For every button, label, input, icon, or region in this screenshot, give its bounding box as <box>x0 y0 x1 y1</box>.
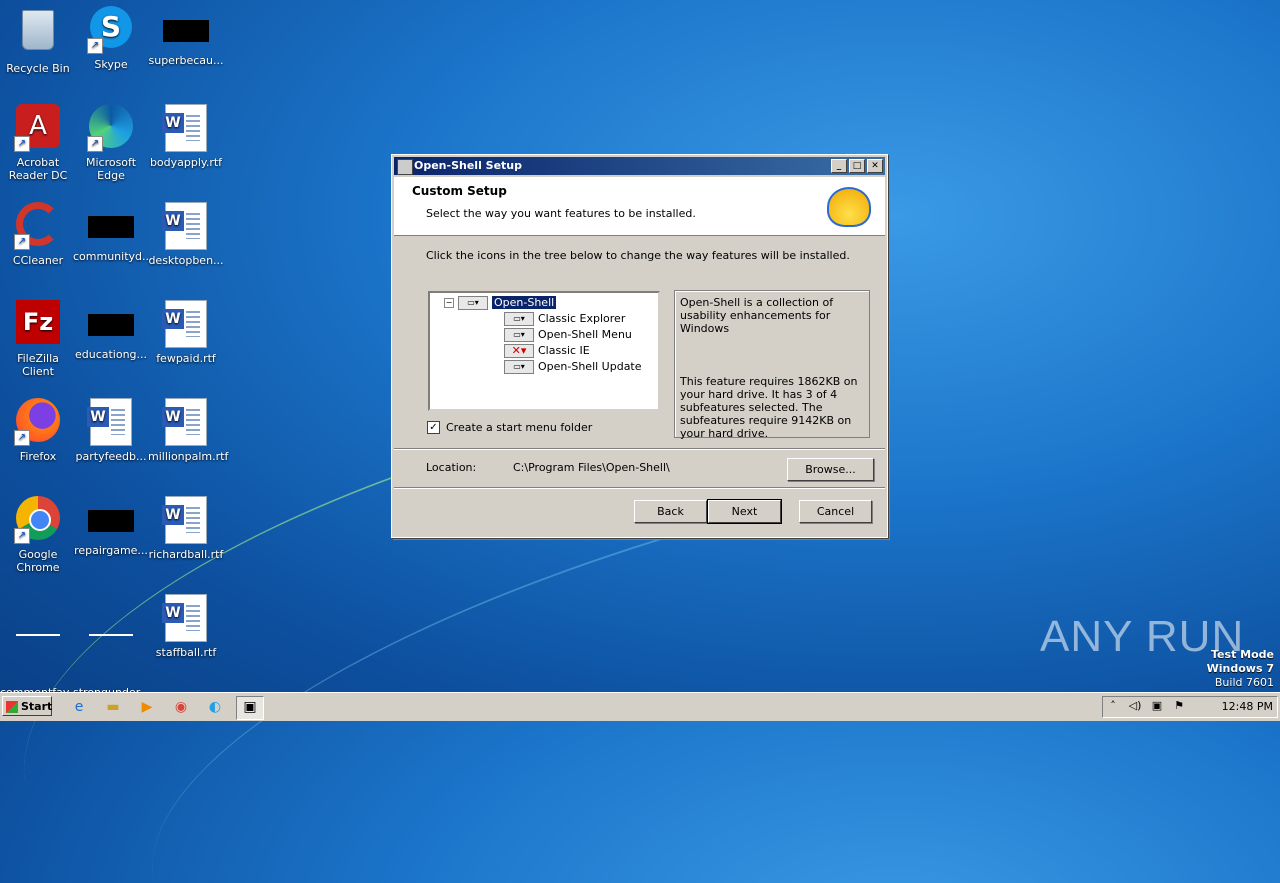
desktop-icon-edge[interactable]: ↗ Microsoft Edge <box>73 104 149 182</box>
open-shell-logo-icon <box>827 187 871 227</box>
tree-item-open-shell-update[interactable]: ▭▾ Open-Shell Update <box>504 359 642 374</box>
back-button[interactable]: Back <box>634 500 707 523</box>
browse-button[interactable]: Browse... <box>787 458 874 481</box>
wallpaper-wave-2 <box>103 479 937 883</box>
desktop-icon-acrobat[interactable]: A ↗ Acrobat Reader DC <box>0 104 76 182</box>
chrome-taskbar-icon[interactable]: ◉ <box>171 697 191 717</box>
next-button[interactable]: Next <box>707 499 782 524</box>
desktop-icon-partyfeedb[interactable]: W partyfeedb... <box>73 398 149 463</box>
feature-tree[interactable]: − ▭▾ Open-Shell ▭▾ Classic Explorer ▭▾ Open-… <box>428 291 660 411</box>
file-icon <box>87 634 135 682</box>
setup-dialog: Open-Shell Setup _ □ ✕ Custom Setup Sele… <box>391 154 888 538</box>
word-doc-icon: W <box>162 594 210 642</box>
feature-requirements: This feature requires 1862KB on your har… <box>680 375 858 440</box>
divider <box>394 487 885 489</box>
page-subheading: Select the way you want features to be i… <box>426 207 696 220</box>
desktop-icon-superbecau[interactable]: superbecau... <box>148 6 224 67</box>
system-tray: ˄ ◁) ▣ ⚑ 12:48 PM <box>1102 696 1278 718</box>
desktop-icon-fewpaid[interactable]: W fewpaid.rtf <box>148 300 224 365</box>
firefox-icon: ↗ <box>14 398 62 446</box>
desktop-icon-skype[interactable]: S ↗ Skype <box>73 6 149 71</box>
recycle-bin-icon <box>14 10 62 58</box>
start-button[interactable]: Start <box>2 696 52 716</box>
action-center-icon[interactable]: ⚑ <box>1171 698 1187 714</box>
desktop-icon-bodyapply[interactable]: W bodyapply.rtf <box>148 104 224 169</box>
feature-state-dropdown[interactable]: ▭▾ <box>458 296 488 310</box>
installer-icon <box>397 159 413 175</box>
desktop-icon-recycle-bin[interactable]: Recycle Bin <box>0 6 76 75</box>
desktop-icon-commentfav[interactable]: commentfav... <box>0 600 79 699</box>
tree-item-classic-explorer[interactable]: ▭▾ Classic Explorer <box>504 311 625 326</box>
page-heading: Custom Setup <box>412 184 507 198</box>
desktop-icon-firefox[interactable]: ↗ Firefox <box>0 398 76 463</box>
ccleaner-icon: ↗ <box>14 202 62 250</box>
minimize-button[interactable]: _ <box>831 159 847 173</box>
edge-taskbar-icon[interactable]: ◐ <box>205 697 225 717</box>
desktop-icon-repairgame[interactable]: repairgame... <box>73 496 149 557</box>
setup-taskbar-button[interactable]: ▣ <box>236 696 264 720</box>
desktop-icon-communityd[interactable]: communityd... <box>73 202 153 263</box>
maximize-button[interactable]: □ <box>849 159 865 173</box>
desktop-icon-staffball[interactable]: W staffball.rtf <box>148 594 224 659</box>
collapse-icon[interactable]: − <box>444 298 454 308</box>
desktop-icon-strongunder[interactable]: strongunder... <box>73 600 150 699</box>
acrobat-icon: A ↗ <box>14 104 62 152</box>
show-hidden-icons[interactable]: ˄ <box>1105 698 1121 714</box>
desktop-icon-desktopben[interactable]: W desktopben... <box>148 202 224 267</box>
chrome-icon: ↗ <box>14 496 62 544</box>
location-label: Location: <box>426 461 477 474</box>
word-doc-icon: W <box>162 202 210 250</box>
ie-icon[interactable]: e <box>69 697 89 717</box>
desktop-icon-richardball[interactable]: W richardball.rtf <box>148 496 224 561</box>
desktop-icon-educationg[interactable]: educationg... <box>73 300 149 361</box>
start-menu-folder-checkbox[interactable]: ✓ Create a start menu folder <box>427 421 592 434</box>
file-icon <box>14 634 62 682</box>
dialog-titlebar[interactable]: Open-Shell Setup _ □ ✕ <box>394 157 885 175</box>
redacted-icon <box>88 314 134 336</box>
excluded-x-icon[interactable]: ✕▾ <box>504 344 534 358</box>
taskbar: Start e ▬ ▶ ◉ ◐ ▣ ˄ ◁) ▣ ⚑ 12:48 PM <box>0 692 1280 721</box>
feature-state-dropdown[interactable]: ▭▾ <box>504 328 534 342</box>
feature-description-panel: Open-Shell is a collection of usability … <box>674 290 870 440</box>
desktop-icon-millionpalm[interactable]: W millionpalm.rtf <box>148 398 228 463</box>
redacted-icon <box>163 20 209 42</box>
checkbox-label: Create a start menu folder <box>446 421 593 434</box>
word-doc-icon: W <box>162 398 210 446</box>
divider <box>394 448 885 450</box>
clock[interactable]: 12:48 PM <box>1222 697 1273 717</box>
desktop-icon-ccleaner[interactable]: ↗ CCleaner <box>0 202 76 267</box>
word-doc-icon: W <box>162 104 210 152</box>
cancel-button[interactable]: Cancel <box>799 500 872 523</box>
word-doc-icon: W <box>162 496 210 544</box>
dialog-title: Open-Shell Setup <box>414 159 523 172</box>
test-mode-line3: Build 7601 <box>1214 676 1274 689</box>
redacted-icon <box>88 216 134 238</box>
filezilla-icon: Fz <box>14 300 62 348</box>
test-mode-line2: Windows 7 <box>1206 662 1274 675</box>
feature-description: Open-Shell is a collection of usability … <box>680 296 834 335</box>
close-button[interactable]: ✕ <box>867 159 883 173</box>
skype-icon: S ↗ <box>87 6 135 54</box>
redacted-icon <box>88 510 134 532</box>
feature-state-dropdown[interactable]: ▭▾ <box>504 360 534 374</box>
folder-icon[interactable]: ▬ <box>103 697 123 717</box>
edge-icon: ↗ <box>87 104 135 152</box>
desktop-icon-filezilla[interactable]: Fz FileZilla Client <box>0 300 76 378</box>
checkmark-icon[interactable]: ✓ <box>427 421 440 434</box>
desktop-icon-chrome[interactable]: ↗ Google Chrome <box>0 496 76 574</box>
tree-item-open-shell[interactable]: − ▭▾ Open-Shell <box>444 295 557 310</box>
instruction-text: Click the icons in the tree below to cha… <box>426 249 850 262</box>
media-player-icon[interactable]: ▶ <box>137 697 157 717</box>
feature-state-dropdown[interactable]: ▭▾ <box>504 312 534 326</box>
tree-item-open-shell-menu[interactable]: ▭▾ Open-Shell Menu <box>504 327 632 342</box>
test-mode-line1: Test Mode <box>1211 648 1274 661</box>
test-mode-notice: Test Mode Windows 7 Build 7601 <box>1207 648 1274 690</box>
location-value: C:\Program Files\Open-Shell\ <box>513 461 670 474</box>
word-doc-icon: W <box>162 300 210 348</box>
dialog-header: Custom Setup Select the way you want fea… <box>394 177 885 236</box>
tree-item-classic-ie[interactable]: ✕▾ Classic IE <box>504 343 590 358</box>
word-doc-icon: W <box>87 398 135 446</box>
network-icon[interactable]: ▣ <box>1149 698 1165 714</box>
volume-icon[interactable]: ◁) <box>1127 698 1143 714</box>
